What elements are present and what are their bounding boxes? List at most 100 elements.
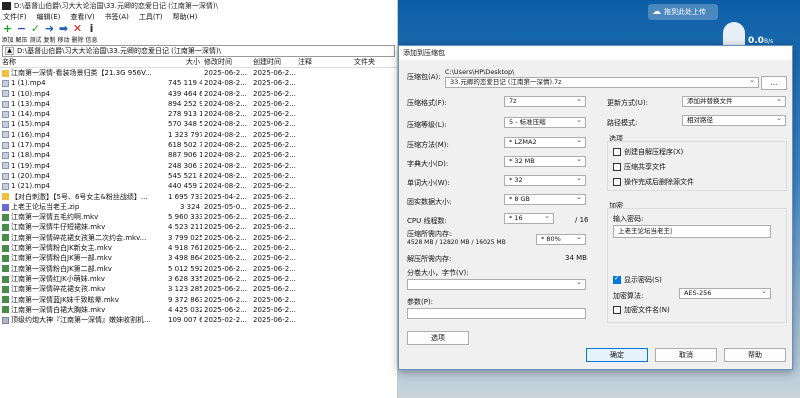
- threads-select[interactable]: * 16: [504, 212, 554, 224]
- level-select[interactable]: 5 - 标准压缩: [504, 116, 586, 128]
- format-select[interactable]: 7z: [504, 95, 586, 107]
- path-bar[interactable]: ▲ D:\基督山伯爵\习大大论治国\33.元卿的恋爱日记 (江南第一深情)\: [2, 45, 395, 57]
- file-created-cell: 2025-06-2...: [253, 285, 296, 294]
- file-created-cell: 2025-06-2...: [253, 254, 296, 263]
- file-name: 江南第一深情粉白JK第一部.mkv: [11, 254, 112, 263]
- table-row[interactable]: 江南第一深情-看装场景归类【21.3G 956V... 2025-06-2... 2…: [0, 68, 397, 78]
- table-row[interactable]: 1 (13).mp4 894 252 9...2024-08-2... 2025-0…: [0, 99, 397, 109]
- table-row[interactable]: 1 (1).mp4 745 119 4...2024-08-2... 2025-06…: [0, 78, 397, 88]
- params-input[interactable]: [407, 308, 586, 319]
- file-created-cell: 2025-06-2...: [253, 264, 296, 273]
- delete-after-checkbox[interactable]: 操作完成后删除源文件: [613, 177, 694, 187]
- method-select[interactable]: * LZMA2: [504, 136, 586, 148]
- solid-select[interactable]: * 8 GB: [504, 193, 586, 205]
- table-row[interactable]: 江南第一深情碎花裙女孩第二次约会.mkv...3 799 025 ...2025…: [0, 233, 397, 243]
- file-icon: [2, 131, 9, 139]
- table-row[interactable]: 江南第一深情红JK小萌妹.mkv3 628 335 ...2025-06-2..…: [0, 274, 397, 284]
- table-row[interactable]: 1 (14).mp4 278 913 1...2024-08-2... 2025-0…: [0, 109, 397, 119]
- options-button[interactable]: 选项: [407, 331, 469, 345]
- file-size-cell: 570 348 5...: [168, 120, 202, 129]
- ok-button[interactable]: 确定: [586, 348, 648, 362]
- menu-item[interactable]: 帮助(H): [173, 12, 198, 23]
- file-modified-cell: 2024-08-2...: [204, 120, 247, 129]
- table-row[interactable]: 江南第一深情粉白JK第一部.mkv3 498 864 ...2025-06-2.…: [0, 253, 397, 263]
- file-name: 1 (10).mp4: [11, 89, 50, 98]
- split-size-select[interactable]: [407, 278, 586, 290]
- table-row[interactable]: 江南第一深情白裙大胸妹.mkv4 425 032 ...2025-06-2...…: [0, 305, 397, 315]
- toolbar-button[interactable]: ➜ 复制: [43, 23, 56, 45]
- table-row[interactable]: 江南第一深情粉白JK第二部.mkv5 012 592 ...2025-06-2.…: [0, 264, 397, 274]
- cancel-button[interactable]: 取消: [655, 348, 717, 362]
- delete-icon: ✕: [72, 22, 83, 35]
- table-row[interactable]: 1 (17).mp4 618 502 7...2024-08-2... 2025-0…: [0, 140, 397, 150]
- file-icon: [2, 121, 9, 129]
- dict-select[interactable]: * 32 MB: [504, 155, 586, 167]
- toolbar-button[interactable]: ✕ 删除: [71, 23, 84, 45]
- word-select[interactable]: * 32: [504, 174, 586, 186]
- table-row[interactable]: 顶级约炮大神『江南第一深情』嫩妹收割机...109 007 6...2025-0…: [0, 315, 397, 325]
- file-modified-cell: 2025-06-2...: [204, 244, 247, 253]
- toolbar-button-label: 解压: [15, 37, 28, 44]
- toolbar-button[interactable]: + 添加: [1, 23, 14, 45]
- file-name: 江南第一深情五毛约啊.mkv: [11, 213, 99, 222]
- column-comment[interactable]: 注释: [296, 57, 352, 67]
- file-size-cell: [168, 68, 202, 78]
- archive-path-input[interactable]: 33.元卿的恋爱日记 (江南第一深情).7z: [445, 76, 759, 88]
- menu-item[interactable]: 工具(T): [139, 12, 163, 23]
- toolbar-button[interactable]: ✓ 测试: [29, 23, 42, 45]
- file-modified-cell: 2024-08-2...: [204, 130, 247, 139]
- file-icon: [2, 152, 9, 160]
- file-name-cell: 1 (20).mp4: [0, 171, 168, 181]
- file-name-cell: 江南第一深情白裙大胸妹.mkv: [0, 305, 168, 315]
- threads-label: CPU 线程数:: [407, 217, 447, 225]
- help-button[interactable]: 帮助: [724, 348, 786, 362]
- toolbar-button[interactable]: ➡ 移动: [57, 23, 70, 45]
- cloud-upload-button[interactable]: 拖到此处上传: [648, 4, 718, 20]
- folder-up-icon[interactable]: ▲: [5, 47, 14, 55]
- table-row[interactable]: 1 (16).mp4 1 323 797 ...2024-08-2... 2025-…: [0, 130, 397, 140]
- table-row[interactable]: 1 (10).mp4 439 464 6...2024-08-2... 2025-0…: [0, 89, 397, 99]
- show-password-checkbox[interactable]: 显示密码(S): [613, 274, 662, 285]
- file-name-cell: 江南第一深情红JK小萌妹.mkv: [0, 274, 168, 284]
- file-created-cell: 2025-06-2...: [253, 151, 296, 160]
- file-name-cell: 江南第一深情粉白JK新女主.mkv: [0, 243, 168, 253]
- toolbar-button[interactable]: i 信息: [85, 23, 98, 45]
- browse-button[interactable]: ...: [761, 76, 787, 90]
- table-row[interactable]: 江南第一深情粉白JK新女主.mkv4 918 761 ...2025-06-2.…: [0, 243, 397, 253]
- file-created-cell: 2025-06-2...: [253, 274, 296, 283]
- menu-item[interactable]: 书签(A): [105, 12, 129, 23]
- file-icon: [2, 172, 9, 180]
- memory-percent-select[interactable]: * 80%: [536, 233, 586, 245]
- table-row[interactable]: 江南第一深情蓝JK妹千致眩晕.mkv9 372 863 ...2025-06-2…: [0, 295, 397, 305]
- encryption-method-select[interactable]: AES-256: [679, 287, 771, 299]
- table-row[interactable]: 【对白刺激】【5号、6号女主&粉丝战绩】...1 695 733 ...2025…: [0, 192, 397, 202]
- table-row[interactable]: 江南第一深情五毛约啊.mkv5 960 333 ...2025-06-2...2…: [0, 212, 397, 222]
- column-size[interactable]: 大小: [168, 57, 202, 67]
- table-row[interactable]: 1 (20).mp4 545 521 8...2024-08-2... 2025-0…: [0, 171, 397, 181]
- table-row[interactable]: 江南第一深情牛仔短裙妹.mkv4 523 211 ...2025-06-2...…: [0, 222, 397, 232]
- toolbar-button[interactable]: − 解压: [15, 23, 28, 45]
- table-row[interactable]: 江南第一深情碎花裙女孩.mkv3 123 285 ...2025-06-2...…: [0, 284, 397, 294]
- table-row[interactable]: 上老王论坛当老王.zip 3 324 2025-05-0... 2025-06-2..…: [0, 202, 397, 212]
- file-modified-cell: 2024-08-2...: [204, 171, 247, 180]
- column-created[interactable]: 创建时间: [251, 57, 296, 67]
- update-select[interactable]: 添加并替换文件: [682, 95, 786, 107]
- file-size-cell: 745 119 4...: [168, 79, 202, 88]
- table-row[interactable]: 1 (19).mp4 248 306 3...2024-08-2... 2025-0…: [0, 161, 397, 171]
- column-name[interactable]: 名称: [0, 57, 168, 67]
- file-name: 江南第一深情蓝JK妹千致眩晕.mkv: [11, 295, 119, 304]
- column-modified[interactable]: 修改时间: [202, 57, 251, 67]
- file-created-cell: 2025-06-2...: [253, 233, 296, 242]
- table-row[interactable]: 1 (18).mp4 887 906 1...2024-08-2... 2025-0…: [0, 150, 397, 160]
- table-row[interactable]: 1 (21).mp4 440 459 2...2024-08-2... 2025-0…: [0, 181, 397, 191]
- file-name-cell: 1 (19).mp4: [0, 161, 168, 171]
- encrypt-names-checkbox[interactable]: 加密文件名(N): [613, 305, 670, 315]
- sfx-checkbox[interactable]: 创建自解压程序(X): [613, 147, 683, 157]
- file-icon: [2, 254, 9, 262]
- column-folders[interactable]: 文件夹: [352, 57, 382, 67]
- table-row[interactable]: 1 (15).mp4 570 348 5...2024-08-2... 2025-0…: [0, 119, 397, 129]
- password-input[interactable]: 上老王论坛当老王|: [613, 225, 771, 238]
- shared-files-checkbox[interactable]: 压缩共享文件: [613, 162, 666, 172]
- path-mode-select[interactable]: 相对路径: [682, 114, 786, 126]
- file-name-cell: 江南第一深情碎花裙女孩.mkv: [0, 284, 168, 294]
